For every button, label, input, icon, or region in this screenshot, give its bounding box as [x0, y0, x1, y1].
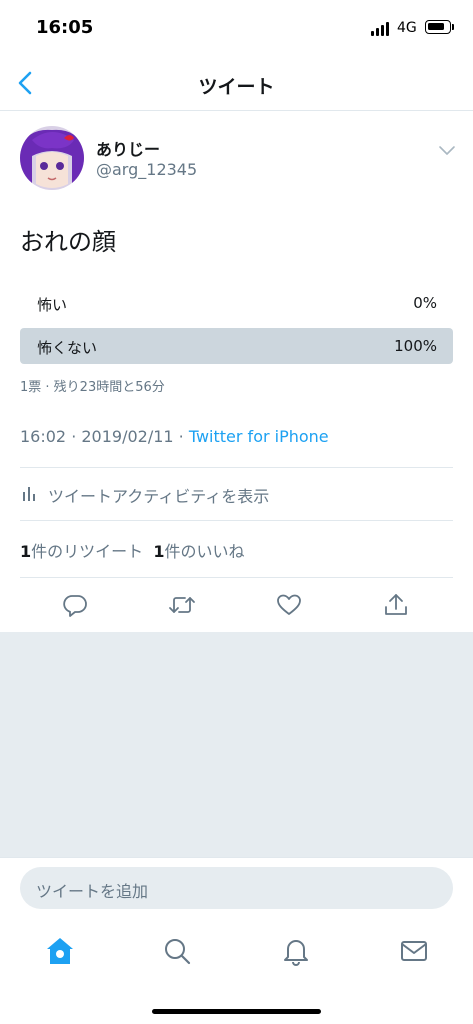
battery-icon — [425, 20, 451, 34]
search-icon — [165, 939, 191, 965]
status-bar: 16:05 4G — [0, 0, 473, 56]
like-stat[interactable]: 1件のいいね — [153, 542, 244, 561]
like-count: 1 — [153, 542, 165, 561]
tweet-actions — [0, 578, 473, 632]
home-icon — [47, 938, 73, 964]
reply-placeholder: ツイートを追加 — [36, 882, 149, 901]
avatar[interactable] — [20, 126, 84, 190]
tweet-text: おれの顔 — [20, 228, 116, 256]
bar-chart-icon — [23, 487, 35, 501]
retweet-label: 件のリツイート — [31, 542, 144, 561]
tweet-timestamp: 16:02 · 2019/02/11 · — [20, 427, 189, 446]
poll-option-percent: 100% — [394, 337, 437, 355]
mail-icon — [401, 941, 427, 961]
tweet-stats: 1件のリツイート 1件のいいね — [20, 538, 244, 562]
battery-cap — [452, 24, 454, 30]
poll-option: 怖い 0% — [20, 285, 453, 321]
bell-icon — [284, 940, 308, 966]
tab-search[interactable] — [161, 935, 193, 967]
network-type: 4G — [397, 20, 417, 36]
empty-replies-area — [0, 632, 473, 857]
signal-icon — [371, 22, 391, 36]
reply-icon — [63, 595, 87, 617]
like-label: 件のいいね — [164, 542, 245, 561]
tab-notifications[interactable] — [280, 935, 312, 967]
retweet-count: 1 — [20, 542, 32, 561]
share-icon — [385, 594, 407, 615]
retweet-button[interactable] — [168, 591, 196, 619]
poll-option-label: 怖い — [37, 296, 68, 314]
user-handle[interactable]: @arg_12345 — [96, 160, 197, 179]
retweet-stat[interactable]: 1件のリツイート — [20, 542, 143, 561]
page-title: ツイート — [198, 76, 275, 98]
home-indicator[interactable] — [152, 1009, 321, 1014]
reply-input[interactable]: ツイートを追加 — [20, 867, 453, 909]
tab-home[interactable] — [44, 935, 76, 967]
poll-summary: 1票 · 残り23時間と56分 — [20, 380, 165, 395]
retweet-icon — [169, 597, 195, 613]
display-name[interactable]: ありじー — [96, 136, 160, 160]
tweet-activity-label: ツイートアクティビティを表示 — [48, 487, 270, 506]
share-button[interactable] — [382, 591, 410, 619]
status-time: 16:05 — [36, 17, 94, 38]
chevron-down-icon[interactable] — [438, 142, 456, 155]
poll-option-label: 怖くない — [37, 339, 98, 357]
like-button[interactable] — [275, 591, 303, 619]
poll-option: 怖くない 100% — [20, 328, 453, 364]
tweet-meta: 16:02 · 2019/02/11 · Twitter for iPhone — [20, 427, 329, 446]
tab-bar — [0, 917, 473, 1024]
compose-bar: ツイートを追加 — [0, 857, 473, 917]
reply-button[interactable] — [61, 591, 89, 619]
poll-option-percent: 0% — [413, 294, 437, 312]
tweet-source-link[interactable]: Twitter for iPhone — [189, 427, 329, 446]
heart-icon — [277, 594, 301, 615]
tweet-activity-link[interactable]: ツイートアクティビティを表示 — [20, 468, 453, 520]
divider — [20, 520, 453, 521]
nav-bar: ツイート — [0, 56, 473, 111]
tab-messages[interactable] — [398, 935, 430, 967]
